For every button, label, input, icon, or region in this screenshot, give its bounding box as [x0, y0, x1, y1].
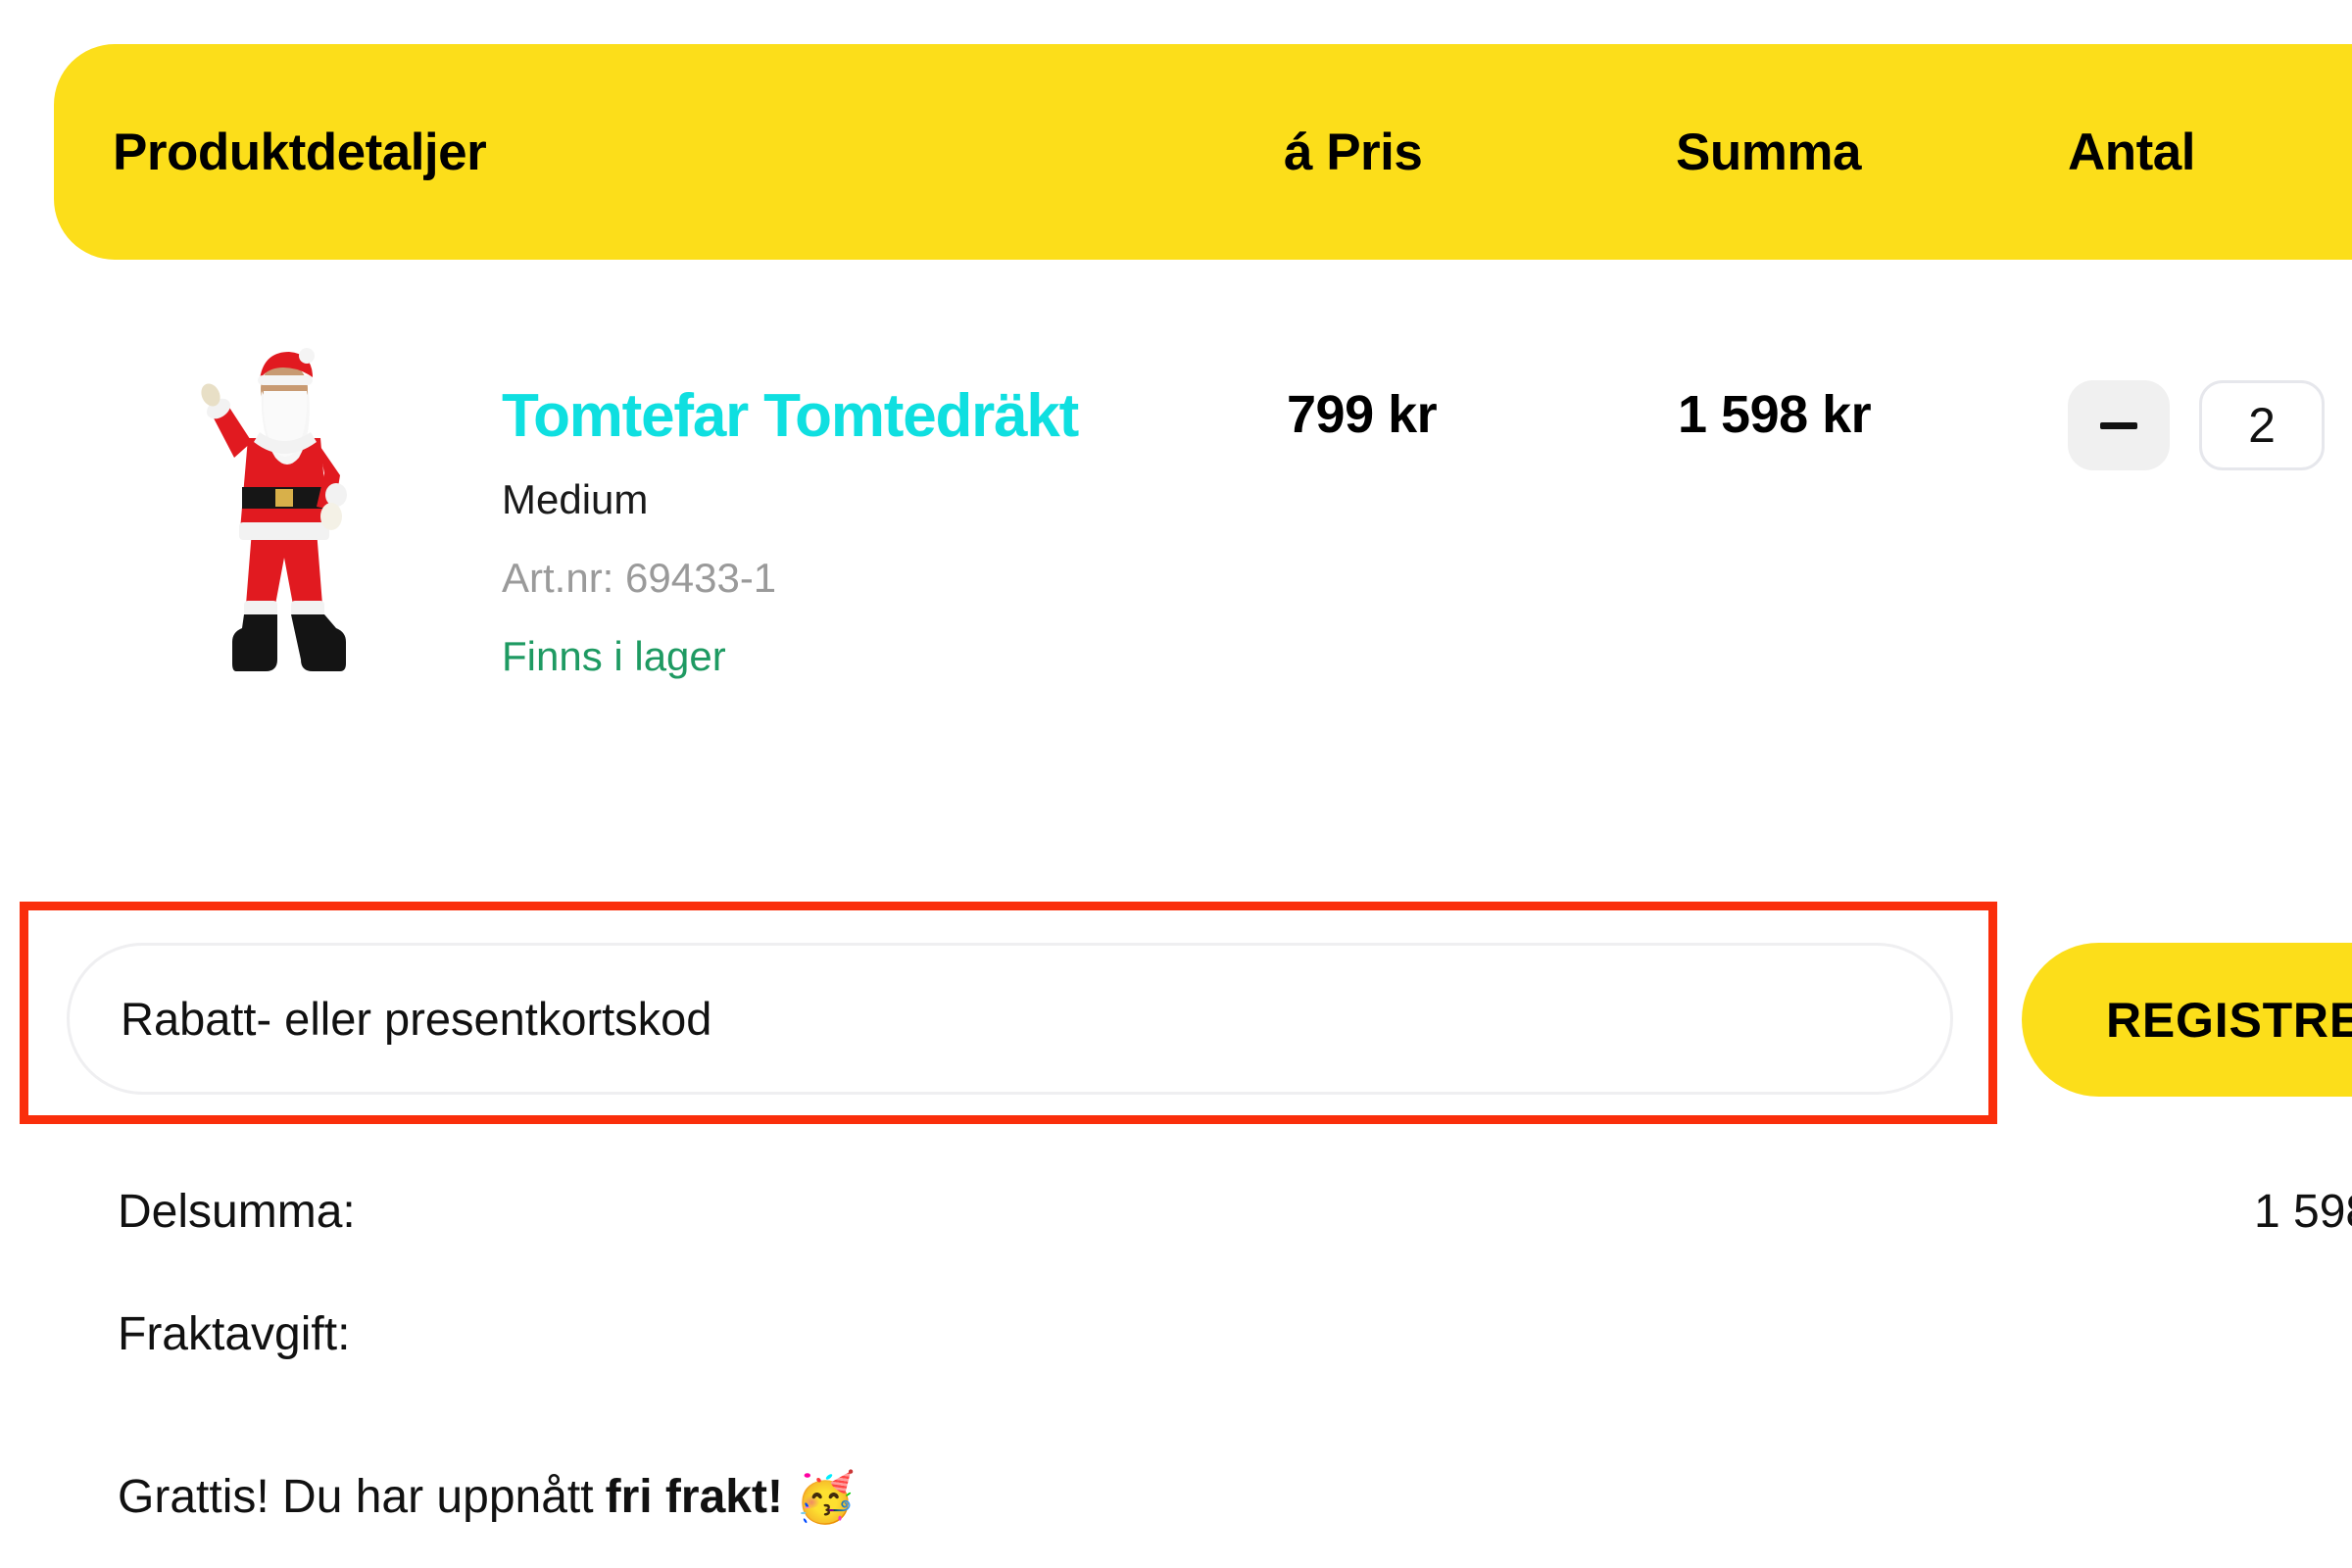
cart-table-header: Produktdetaljer á Pris Summa Antal [54, 44, 2352, 260]
shipping-fee-label: Fraktavgift: [118, 1308, 351, 1360]
product-unit-price: 799 kr [1287, 385, 1438, 444]
column-header-unit-price: á Pris [1284, 122, 1423, 181]
product-variant: Medium [502, 476, 649, 523]
product-image[interactable] [191, 348, 377, 701]
minus-icon [2100, 421, 2137, 429]
product-stock-status: Finns i lager [502, 633, 726, 680]
column-header-quantity: Antal [2068, 122, 2196, 181]
subtotal-label: Delsumma: [118, 1186, 356, 1238]
coupon-code-input[interactable] [67, 943, 1953, 1095]
free-shipping-message: Grattis! Du har uppnått fri frakt! 🥳 [118, 1470, 856, 1524]
product-info: Tomtefar Tomtedräkt Medium Art.nr: 69433… [502, 294, 1079, 680]
product-line-total: 1 598 kr [1678, 385, 1872, 444]
summary-row: Fraktavgift: [0, 1294, 2352, 1416]
product-title-link[interactable]: Tomtefar Tomtedräkt [502, 294, 1079, 448]
summary-row: Delsumma: 1 598 kr [0, 1171, 2352, 1294]
column-header-product-details: Produktdetaljer [113, 122, 487, 181]
santa-costume-icon [201, 348, 347, 671]
column-header-sum: Summa [1676, 122, 1861, 181]
free-shipping-strong: fri frakt! [605, 1471, 783, 1523]
register-coupon-button[interactable]: REGISTRERA [2022, 943, 2352, 1097]
cart-line-item: Tomtefar Tomtedräkt Medium Art.nr: 69433… [0, 294, 2352, 735]
decrease-quantity-button[interactable] [2068, 380, 2170, 470]
partying-face-icon: 🥳 [794, 1469, 857, 1525]
subtotal-value: 1 598 kr [2254, 1186, 2352, 1238]
shopping-cart-page: Produktdetaljer á Pris Summa Antal Tomte… [0, 0, 2352, 1568]
quantity-stepper: 2 [2068, 380, 2325, 470]
order-summary: Delsumma: 1 598 kr Fraktavgift: [0, 1171, 2352, 1416]
quantity-value[interactable]: 2 [2199, 380, 2325, 470]
free-shipping-prefix: Grattis! Du har uppnått [118, 1471, 594, 1523]
product-article-number: Art.nr: 69433-1 [502, 555, 777, 602]
